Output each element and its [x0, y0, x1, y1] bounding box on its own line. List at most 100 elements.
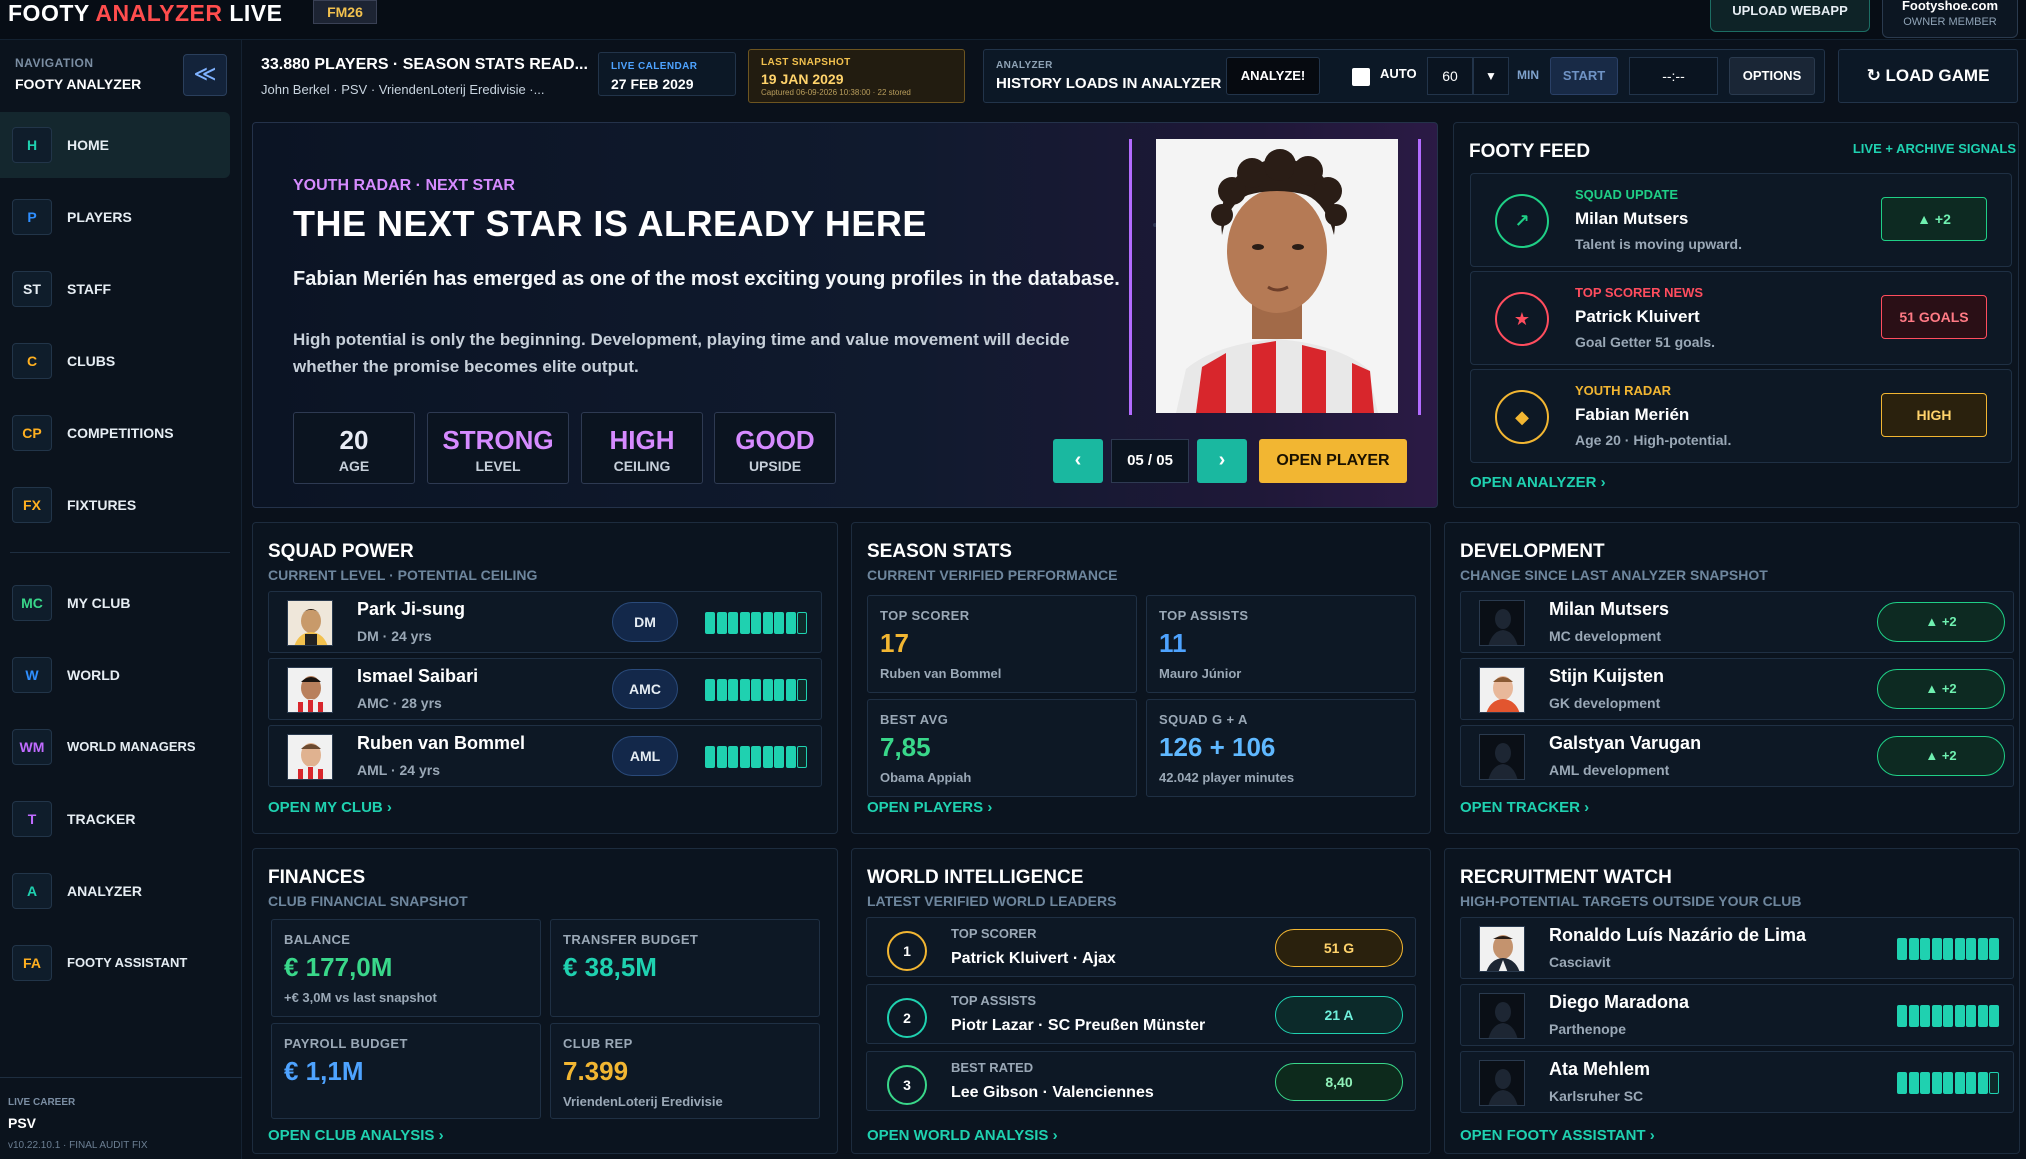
rating-segment: [785, 612, 796, 634]
development-row[interactable]: Milan Mutsers MC development ▲ +2: [1460, 591, 2014, 653]
load-game-button[interactable]: ↻ LOAD GAME: [1838, 49, 2018, 103]
open-player-button[interactable]: OPEN PLAYER: [1259, 439, 1407, 483]
stat-tile-top-assists[interactable]: TOP ASSISTS 11 Mauro Júnior: [1146, 595, 1416, 693]
sidebar-item-home[interactable]: H HOME: [0, 112, 230, 178]
finance-tile-payroll-budget[interactable]: PAYROLL BUDGET € 1,1M: [271, 1023, 541, 1119]
world-leader-row[interactable]: 1 TOP SCORER Patrick Kluivert · Ajax 51 …: [866, 917, 1416, 977]
sidebar-item-clubs[interactable]: C CLUBS: [0, 328, 230, 394]
hero-kicker: YOUTH RADAR · NEXT STAR: [293, 177, 515, 194]
players-icon: P: [12, 199, 52, 235]
feed-item[interactable]: ◆ YOUTH RADAR Fabian Merién Age 20 · Hig…: [1470, 369, 2012, 463]
open-my-club-link[interactable]: OPEN MY CLUB ›: [268, 799, 392, 816]
rating-segment: [728, 612, 738, 634]
stat-tile-top-scorer[interactable]: TOP SCORER 17 Ruben van Bommel: [867, 595, 1137, 693]
sidebar-item-competitions[interactable]: CP COMPETITIONS: [0, 400, 230, 466]
upload-webapp-button[interactable]: UPLOAD WEBAPP: [1710, 0, 1870, 32]
analyze-button[interactable]: ANALYZE!: [1226, 57, 1320, 95]
sidebar-item-tracker[interactable]: T TRACKER: [0, 786, 230, 852]
open-analyzer-link[interactable]: OPEN ANALYZER ›: [1470, 474, 1606, 491]
feed-pill: HIGH: [1881, 393, 1987, 437]
rating-segment: [751, 746, 761, 768]
squad-row[interactable]: Park Ji-sung DM · 24 yrs DM: [268, 591, 822, 653]
minutes-input[interactable]: 60: [1427, 57, 1473, 95]
hero-banner: YOUTH RADAR · NEXT STAR THE NEXT STAR IS…: [252, 122, 1438, 508]
footy-assistant-icon: FA: [12, 945, 52, 981]
sidebar-item-footy-assistant[interactable]: FA FOOTY ASSISTANT: [0, 930, 230, 996]
home-icon: H: [12, 127, 52, 163]
open-footy-assistant-link[interactable]: OPEN FOOTY ASSISTANT ›: [1460, 1127, 1655, 1144]
sidebar-item-my-club[interactable]: MC MY CLUB: [0, 570, 230, 636]
owner-account-button[interactable]: Footyshoe.com OWNER MEMBER: [1882, 0, 2018, 38]
player-photo-frame: [1129, 139, 1421, 415]
finance-tile-transfer-budget[interactable]: TRANSFER BUDGET € 38,5M: [550, 919, 820, 1017]
rating-segment: [797, 612, 807, 634]
nav-app-name: FOOTY ANALYZER: [15, 76, 142, 92]
app-brand[interactable]: FOOTY ANALYZER LIVE: [8, 0, 282, 27]
stat-tile-best-avg[interactable]: BEST AVG 7,85 Obama Appiah: [867, 699, 1137, 797]
rating-segment: [751, 679, 761, 701]
rating-segment: [1931, 1072, 1942, 1094]
sidebar-item-fixtures[interactable]: FX FIXTURES: [0, 472, 230, 538]
feed-title: FOOTY FEED: [1469, 141, 1591, 162]
open-club-analysis-link[interactable]: OPEN CLUB ANALYSIS ›: [268, 1127, 444, 1144]
recruitment-row[interactable]: Ata Mehlem Karlsruher SC: [1460, 1051, 2014, 1113]
open-world-analysis-link[interactable]: OPEN WORLD ANALYSIS ›: [867, 1127, 1058, 1144]
open-tracker-link[interactable]: OPEN TRACKER ›: [1460, 799, 1589, 816]
rating-segment: [739, 612, 750, 634]
recruitment-row[interactable]: Ronaldo Luís Nazário de Lima Casciavit: [1460, 917, 2014, 979]
squad-row[interactable]: Ismael Saibari AMC · 28 yrs AMC: [268, 658, 822, 720]
sidebar-item-analyzer[interactable]: A ANALYZER: [0, 858, 230, 924]
stat-tile-squad-ga[interactable]: SQUAD G + A 126 + 106 42.042 player minu…: [1146, 699, 1416, 797]
world-leader-row[interactable]: 3 BEST RATED Lee Gibson · Valenciennes 8…: [866, 1051, 1416, 1111]
sidebar-item-staff[interactable]: ST STAFF: [0, 256, 230, 322]
recruitment-watch-panel: RECRUITMENT WATCH HIGH-POTENTIAL TARGETS…: [1444, 848, 2020, 1154]
auto-checkbox[interactable]: [1352, 68, 1370, 86]
finance-tile-club-rep[interactable]: CLUB REP 7.399 VriendenLoterij Eredivisi…: [550, 1023, 820, 1119]
feed-item[interactable]: ★ TOP SCORER NEWS Patrick Kluivert Goal …: [1470, 271, 2012, 365]
career-separator: [0, 1077, 242, 1078]
rating-segment: [797, 746, 807, 768]
page-title: 33.880 PLAYERS · SEASON STATS READ...: [261, 56, 588, 73]
live-calendar: LIVE CALENDAR 27 FEB 2029: [598, 52, 736, 96]
rating-segment: [1977, 1005, 1988, 1027]
position-pill: DM: [612, 602, 678, 642]
auto-label: AUTO: [1380, 66, 1417, 81]
options-button[interactable]: OPTIONS: [1729, 57, 1815, 95]
rating-segment: [1920, 1005, 1930, 1027]
feed-item[interactable]: ↗ SQUAD UPDATE Milan Mutsers Talent is m…: [1470, 173, 2012, 267]
development-row[interactable]: Stijn Kuijsten GK development ▲ +2: [1460, 658, 2014, 720]
sidebar-item-world-managers[interactable]: WM WORLD MANAGERS: [0, 714, 230, 780]
squad-row[interactable]: Ruben van Bommel AML · 24 yrs AML: [268, 725, 822, 787]
recruitment-row[interactable]: Diego Maradona Parthenope: [1460, 984, 2014, 1046]
hero-stat-ceiling: HIGH CEILING: [581, 412, 703, 484]
world-leader-row[interactable]: 2 TOP ASSISTS Piotr Lazar · SC Preußen M…: [866, 984, 1416, 1044]
hero-stat-age: 20 AGE: [293, 412, 415, 484]
world-icon: W: [12, 657, 52, 693]
player-avatar: [287, 667, 333, 713]
carousel-next-button[interactable]: ›: [1197, 439, 1247, 483]
development-row[interactable]: Galstyan Varugan AML development ▲ +2: [1460, 725, 2014, 787]
rating-segment: [705, 746, 715, 768]
rating-segment: [1977, 938, 1988, 960]
position-pill: AML: [612, 736, 678, 776]
collapse-sidebar-button[interactable]: ≪: [183, 54, 227, 96]
carousel-counter: 05 / 05: [1111, 439, 1189, 483]
rating-segment: [1989, 1072, 1999, 1094]
rating-segment: [716, 746, 727, 768]
chevron-down-icon[interactable]: ▼: [1473, 57, 1509, 95]
feed-tag: LIVE + ARCHIVE SIGNALS: [1852, 141, 2016, 156]
carousel-prev-button[interactable]: ‹: [1053, 439, 1103, 483]
fixtures-icon: FX: [12, 487, 52, 523]
last-snapshot: LAST SNAPSHOT 19 JAN 2029 Captured 06-09…: [748, 49, 965, 103]
player-photo[interactable]: [1156, 139, 1398, 413]
finance-tile-balance[interactable]: BALANCE € 177,0M +€ 3,0M vs last snapsho…: [271, 919, 541, 1017]
sidebar-item-players[interactable]: P PLAYERS: [0, 184, 230, 250]
start-button[interactable]: START: [1550, 57, 1618, 95]
sidebar-item-world[interactable]: W WORLD: [0, 642, 230, 708]
rating-segment: [1920, 1072, 1930, 1094]
hero-body: High potential is only the beginning. De…: [293, 330, 1070, 376]
rating-segment: [785, 679, 796, 701]
player-avatar: [287, 734, 333, 780]
feed-pill: ▲ +2: [1881, 197, 1987, 241]
open-players-link[interactable]: OPEN PLAYERS ›: [867, 799, 992, 816]
